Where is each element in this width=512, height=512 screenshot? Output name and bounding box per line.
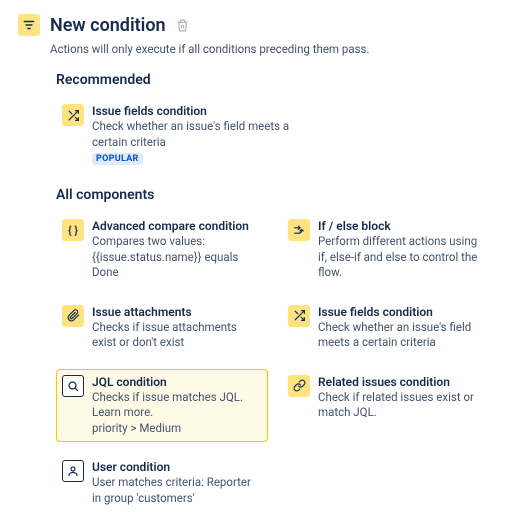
card-title: User condition <box>92 460 262 474</box>
card-description: Checks if issue matches JQL. Learn more.… <box>92 390 262 437</box>
section-title-recommended: Recommended <box>56 72 494 88</box>
shuffle-icon <box>288 305 310 327</box>
section-title-all: All components <box>56 187 494 203</box>
card-description: Compares two values: {{issue.status.name… <box>92 234 262 281</box>
paperclip-icon <box>62 305 84 327</box>
card-description: Check whether an issue's field meets a c… <box>92 119 290 150</box>
card-jql-condition[interactable]: JQL condition Checks if issue matches JQ… <box>56 369 268 443</box>
card-related-issues[interactable]: Related issues condition Check if relate… <box>282 369 494 443</box>
page-subtitle: Actions will only execute if all conditi… <box>50 42 494 56</box>
page-title: New condition <box>50 15 166 36</box>
card-issue-fields[interactable]: Issue fields condition Check whether an … <box>282 299 494 357</box>
card-title: JQL condition <box>92 375 262 389</box>
user-icon <box>62 460 84 482</box>
link-icon <box>288 375 310 397</box>
page-header: New condition <box>18 14 494 36</box>
card-title: Issue fields condition <box>92 104 290 118</box>
section-recommended: Recommended Issue fields condition Check… <box>56 72 494 171</box>
card-title: Issue fields condition <box>318 305 488 319</box>
card-description: User matches criteria: Reporter in group… <box>92 475 262 506</box>
shuffle-icon <box>62 104 84 126</box>
branch-icon <box>288 219 310 241</box>
card-title: If / else block <box>318 219 488 233</box>
section-all-components: All components { } Advanced compare cond… <box>56 187 494 512</box>
card-issue-attachments[interactable]: Issue attachments Checks if issue attach… <box>56 299 268 357</box>
braces-icon: { } <box>62 219 84 241</box>
card-title: Related issues condition <box>318 375 488 389</box>
filter-icon <box>18 14 40 36</box>
card-description: Perform different actions using if, else… <box>318 234 488 281</box>
card-title: Issue attachments <box>92 305 262 319</box>
card-advanced-compare[interactable]: { } Advanced compare condition Compares … <box>56 213 268 287</box>
card-if-else[interactable]: If / else block Perform different action… <box>282 213 494 287</box>
card-description: Checks if issue attachments exist or don… <box>92 320 262 351</box>
card-description: Check if related issues exist or match J… <box>318 390 488 421</box>
search-icon <box>62 375 84 397</box>
popular-badge: POPULAR <box>92 153 143 165</box>
delete-icon[interactable] <box>176 19 189 32</box>
card-user-condition[interactable]: User condition User matches criteria: Re… <box>56 454 268 512</box>
card-title: Advanced compare condition <box>92 219 262 233</box>
card-description: Check whether an issue's field meets a c… <box>318 320 488 351</box>
card-issue-fields-recommended[interactable]: Issue fields condition Check whether an … <box>56 98 296 171</box>
